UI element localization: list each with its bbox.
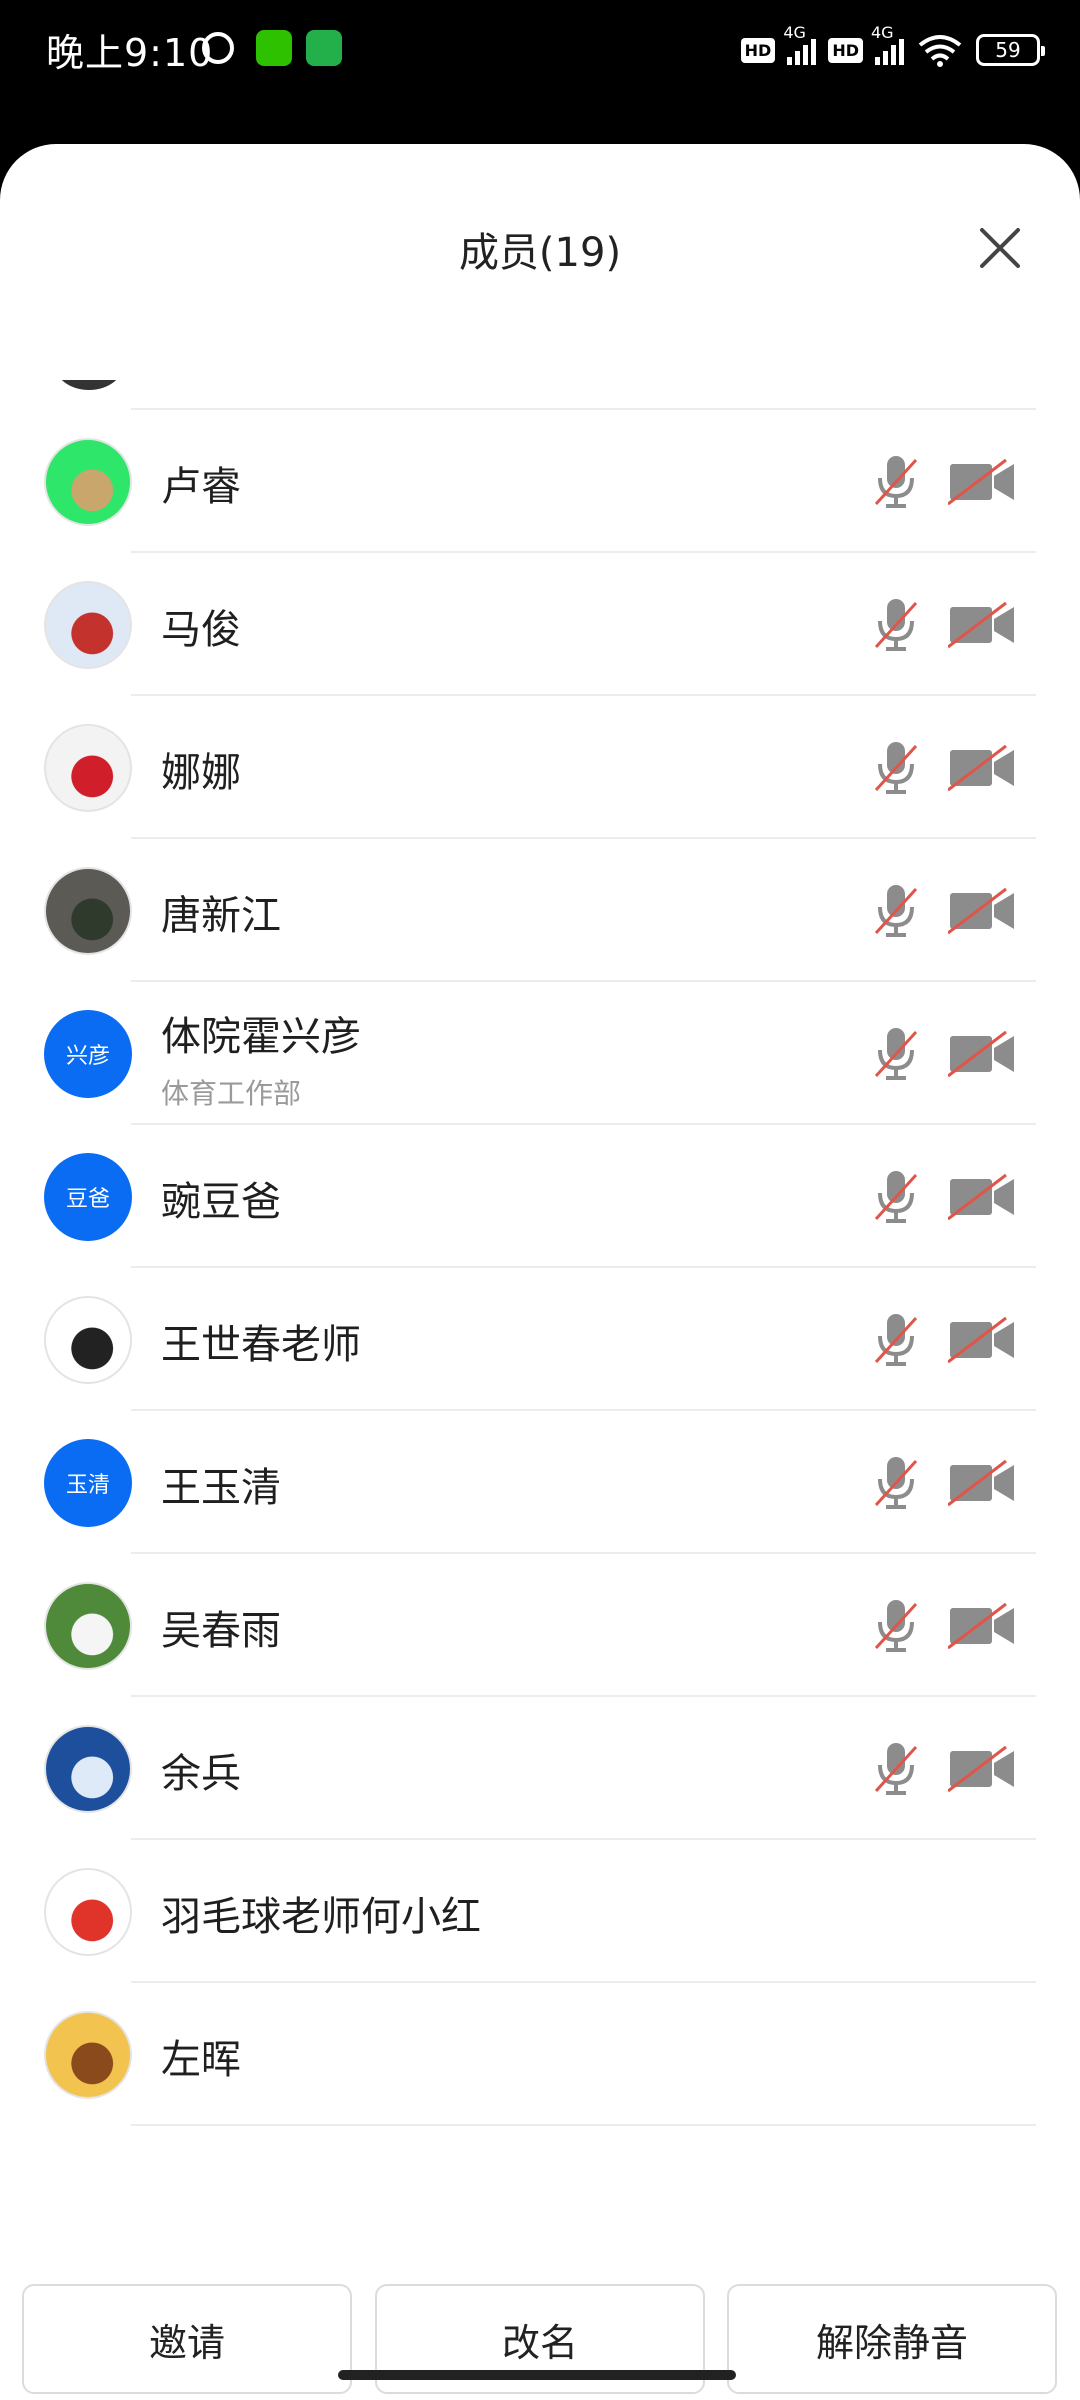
member-name: 娜娜 — [161, 750, 241, 796]
list-item[interactable]: 王世春老师 — [0, 1268, 1080, 1411]
list-item[interactable]: 玉清 王玉清 — [0, 1411, 1080, 1554]
status-time: 晚上9:10 — [46, 31, 214, 75]
list-item[interactable]: 吴春雨 — [0, 1554, 1080, 1697]
invite-button[interactable]: 邀请 — [22, 2284, 352, 2394]
camera-off-icon[interactable] — [948, 1316, 1016, 1364]
avatar — [44, 1725, 132, 1813]
avatar — [44, 724, 132, 812]
mic-muted-icon[interactable] — [872, 1026, 920, 1082]
divider — [131, 2124, 1036, 2126]
signal-icon-2: 4G — [871, 23, 904, 65]
app-notification-icon — [306, 30, 342, 66]
hd-badge-1: HD — [740, 37, 776, 63]
member-name: 余兵 — [161, 1751, 241, 1797]
member-list[interactable]: 卢睿 马俊 娜娜 唐新江 兴彦 体院霍兴彦 体育工作部 豆爸 豌豆爸 王世春老师… — [0, 380, 1080, 2240]
avatar — [44, 867, 132, 955]
hd-badge-2: HD — [828, 37, 863, 63]
member-name: 羽毛球老师何小红 — [161, 1894, 481, 1940]
members-sheet: 成员(19) 卢睿 马俊 娜娜 唐新江 兴彦 体院霍兴彦 体育工作部 豆爸 豌豆… — [0, 144, 1080, 2400]
member-subtitle: 体育工作部 — [161, 1077, 302, 1110]
list-item[interactable]: 豆爸 豌豆爸 — [0, 1125, 1080, 1268]
network-type-1: 4G — [783, 23, 806, 42]
member-name: 左晖 — [161, 2037, 241, 2083]
member-name: 卢睿 — [161, 464, 241, 510]
mic-muted-icon[interactable] — [872, 1598, 920, 1654]
avatar: 豆爸 — [44, 1153, 132, 1241]
close-icon — [980, 228, 1020, 268]
camera-off-icon[interactable] — [948, 1602, 1016, 1650]
avatar — [44, 1868, 132, 1956]
list-item[interactable]: 唐新江 — [0, 839, 1080, 982]
network-type-2: 4G — [871, 23, 894, 42]
close-button[interactable] — [976, 224, 1024, 272]
status-bar: 晚上9:10 HD 4G HD 4G 59 — [0, 0, 1080, 144]
list-item[interactable]: 娜娜 — [0, 696, 1080, 839]
wechat-icon — [256, 30, 292, 66]
avatar — [54, 380, 124, 390]
list-item[interactable]: 马俊 — [0, 553, 1080, 696]
camera-off-icon[interactable] — [948, 1459, 1016, 1507]
mic-muted-icon[interactable] — [872, 597, 920, 653]
camera-off-icon[interactable] — [948, 601, 1016, 649]
list-item[interactable]: 羽毛球老师何小红 — [0, 1840, 1080, 1983]
avatar — [44, 2011, 132, 2099]
signal-icon-1: 4G — [783, 23, 817, 65]
member-name: 吴春雨 — [161, 1608, 281, 1654]
mic-muted-icon[interactable] — [872, 1169, 920, 1225]
list-item — [0, 380, 1080, 410]
member-name: 豌豆爸 — [161, 1179, 281, 1225]
camera-off-icon[interactable] — [948, 1030, 1016, 1078]
camera-off-icon[interactable] — [948, 744, 1016, 792]
member-name: 体院霍兴彦 — [161, 1014, 361, 1060]
home-indicator[interactable] — [338, 2370, 736, 2380]
mic-muted-icon[interactable] — [872, 454, 920, 510]
list-item[interactable]: 左晖 — [0, 1983, 1080, 2126]
camera-off-icon[interactable] — [948, 458, 1016, 506]
camera-off-icon[interactable] — [948, 1173, 1016, 1221]
avatar — [44, 581, 132, 669]
battery-icon: 59 — [976, 34, 1045, 66]
avatar — [44, 1296, 132, 1384]
status-right: HD 4G HD 4G 59 — [740, 23, 1045, 74]
mic-muted-icon[interactable] — [872, 1312, 920, 1368]
alarm-icon — [202, 32, 234, 64]
unmute-button[interactable]: 解除静音 — [727, 2284, 1057, 2394]
list-item[interactable]: 余兵 — [0, 1697, 1080, 1840]
wifi-icon — [918, 35, 962, 67]
member-name: 马俊 — [161, 607, 241, 653]
list-item[interactable]: 卢睿 — [0, 410, 1080, 553]
member-name: 王玉清 — [161, 1465, 281, 1511]
avatar: 兴彦 — [44, 1010, 132, 1098]
member-name: 唐新江 — [161, 893, 281, 939]
avatar — [44, 438, 132, 526]
camera-off-icon[interactable] — [948, 887, 1016, 935]
avatar: 玉清 — [44, 1439, 132, 1527]
avatar — [44, 1582, 132, 1670]
mic-muted-icon[interactable] — [872, 1455, 920, 1511]
mic-muted-icon[interactable] — [872, 740, 920, 796]
list-item[interactable]: 兴彦 体院霍兴彦体育工作部 — [0, 982, 1080, 1125]
member-name: 王世春老师 — [161, 1322, 361, 1368]
camera-off-icon[interactable] — [948, 1745, 1016, 1793]
mic-muted-icon[interactable] — [872, 883, 920, 939]
mic-muted-icon[interactable] — [872, 1741, 920, 1797]
sheet-title: 成员(19) — [458, 230, 622, 276]
